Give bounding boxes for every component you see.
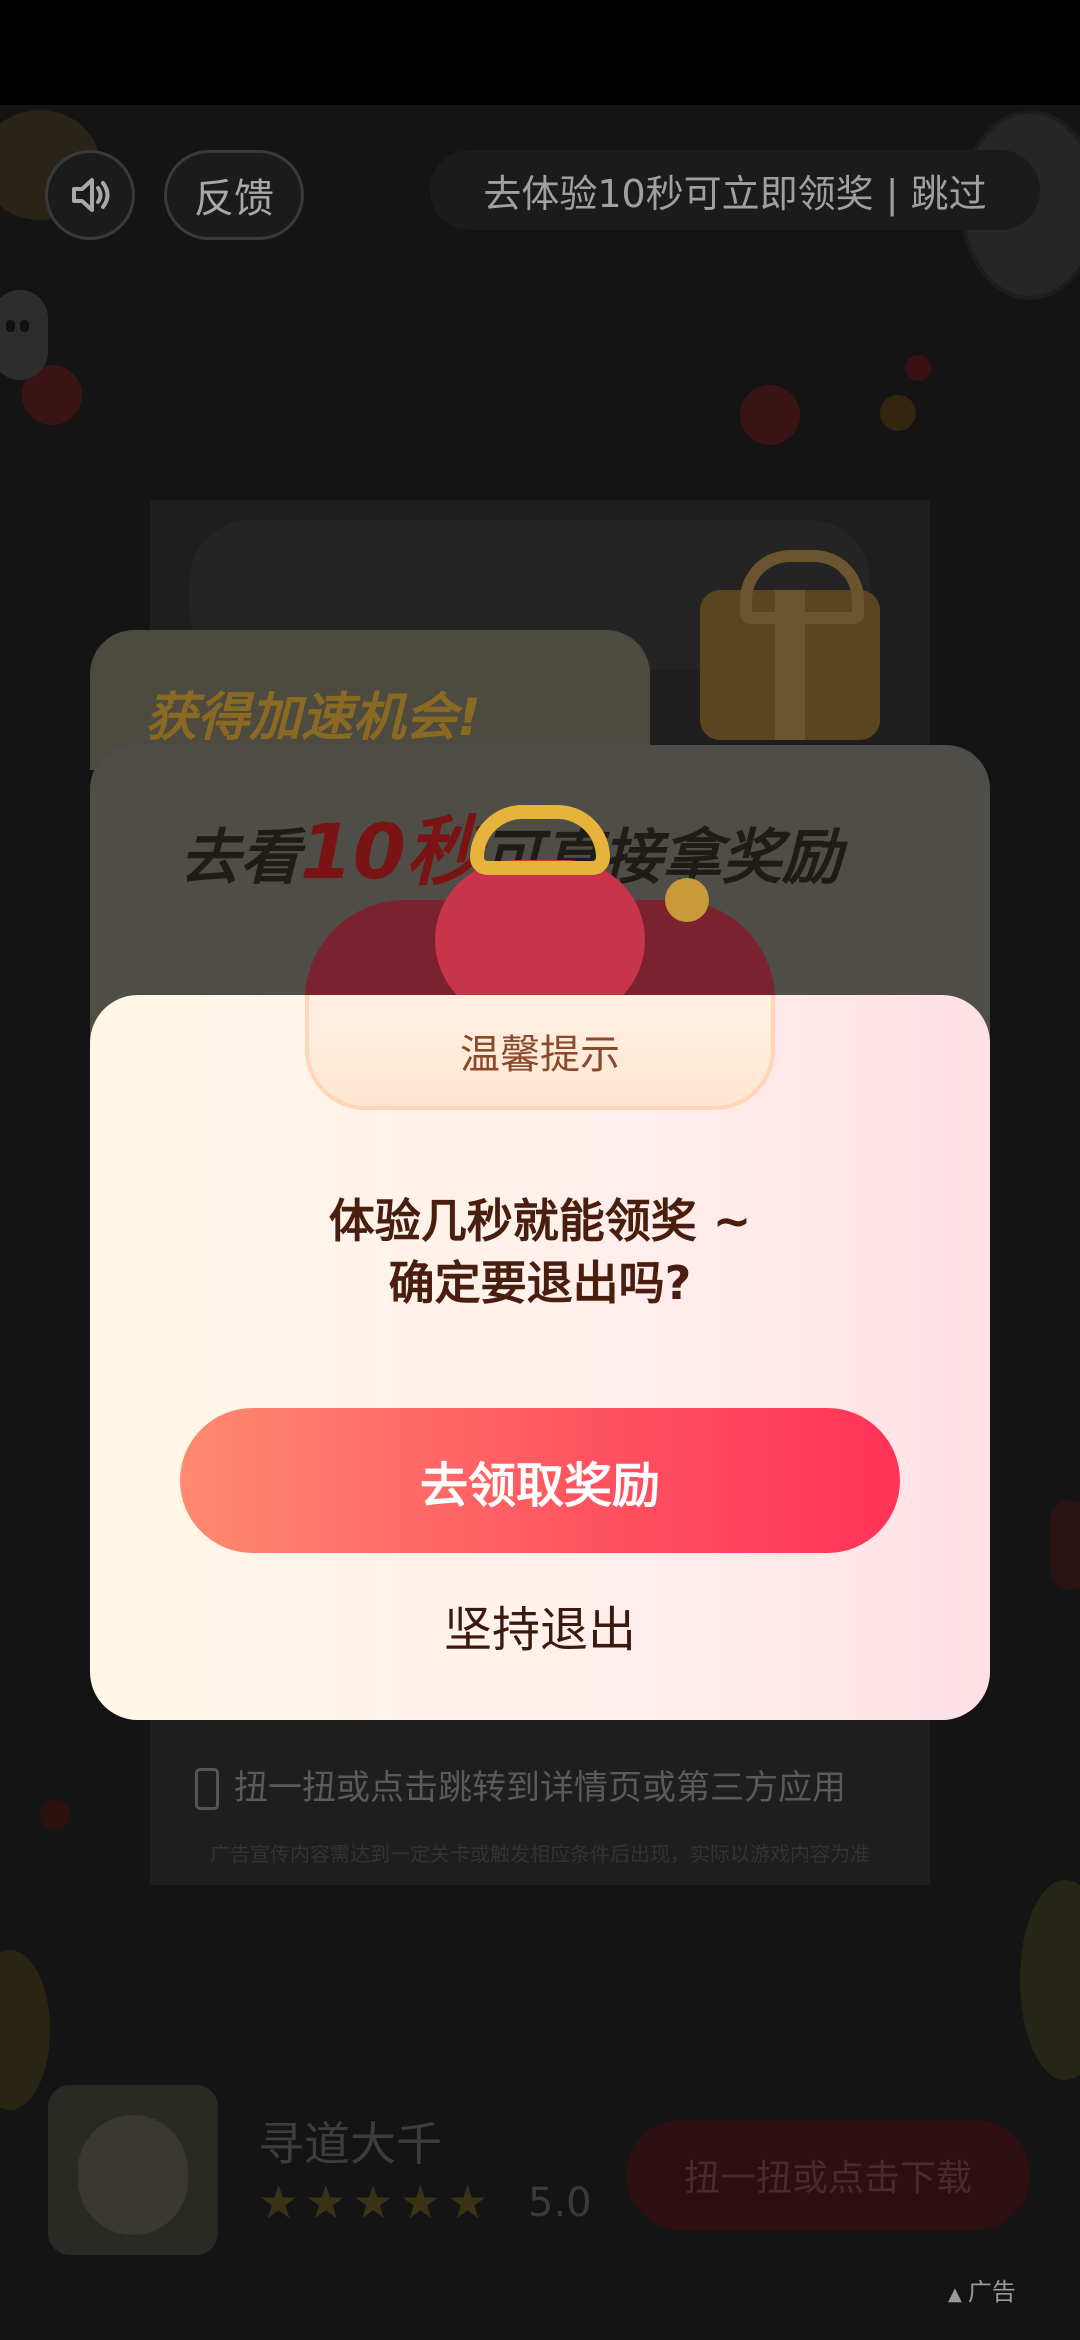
rating-value: 5.0 (528, 2180, 592, 2226)
sound-toggle-button[interactable] (45, 150, 135, 240)
decoration (880, 395, 916, 431)
dialog-message-line2: 确定要退出吗? (388, 1256, 692, 1310)
promo-subtitle-prefix: 去看 (180, 823, 300, 893)
promo-subtitle-highlight: 10秒 (300, 807, 482, 896)
ad-tag-label: 广告 (967, 2278, 1016, 2306)
decoration (1020, 1880, 1080, 2080)
exit-confirm-dialog: 温馨提示 体验几秒就能领奖 ~ 确定要退出吗? 去领取奖励 坚持退出 (90, 995, 990, 1720)
decoration (905, 355, 931, 381)
ad-disclaimer: 广告宣传内容需达到一定关卡或触发相应条件后出现，实际以游戏内容为准 (210, 1842, 870, 1866)
skip-button[interactable]: 去体验10秒可立即领奖 | 跳过 (430, 150, 1040, 230)
feedback-button[interactable]: 反馈 (164, 150, 304, 240)
status-bar (0, 0, 1080, 105)
decoration (0, 1950, 50, 2110)
dialog-header-tab: 温馨提示 (305, 995, 775, 1110)
app-name: 寻道大千 (258, 2117, 442, 2171)
ad-action-hint: 扭一扭或点击跳转到详情页或第三方应用 (234, 1768, 846, 1808)
ad-tag: ▲ 广告 (948, 2272, 1016, 2307)
download-button[interactable]: 扭一扭或点击下载 (626, 2120, 1030, 2230)
decoration (40, 1800, 70, 1830)
exit-anyway-button[interactable]: 坚持退出 (390, 1585, 690, 1665)
ad-logo-icon: ▲ (948, 2284, 962, 2305)
coin-icon (665, 878, 709, 922)
rating-stars: ★★★★★ (258, 2175, 495, 2229)
promo-title: 获得加速机会! (145, 688, 481, 748)
floating-bubble-icon[interactable] (0, 290, 48, 380)
speaker-icon (72, 178, 110, 212)
gift-bow-image (470, 805, 610, 875)
app-icon[interactable] (48, 2085, 218, 2255)
dialog-title: 温馨提示 (460, 1031, 620, 1078)
decoration (1050, 1500, 1080, 1590)
claim-reward-button[interactable]: 去领取奖励 (180, 1408, 900, 1553)
dialog-message-line1: 体验几秒就能领奖 ~ (328, 1194, 752, 1248)
dialog-message: 体验几秒就能领奖 ~ 确定要退出吗? (90, 1190, 990, 1314)
decoration (740, 385, 800, 445)
